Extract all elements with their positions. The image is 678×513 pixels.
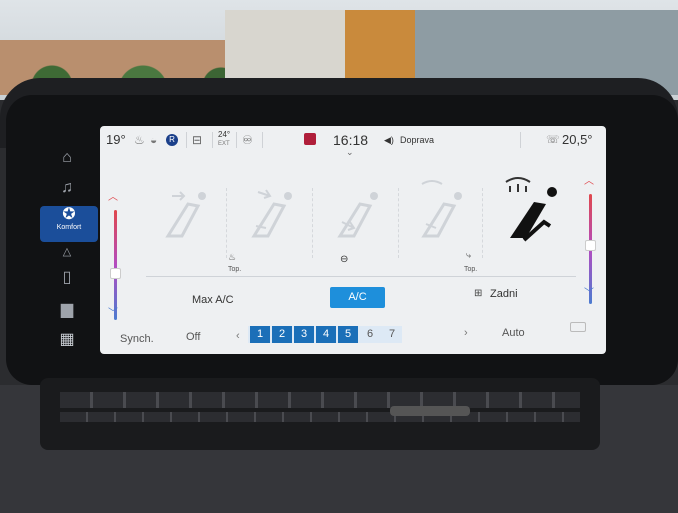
air-vent-slats <box>60 392 580 408</box>
comfort-icon: ✪ <box>62 206 76 223</box>
seat-face-feet-icon <box>251 189 292 238</box>
fan-decrease-button[interactable]: ‹ <box>236 330 240 342</box>
synch-button[interactable]: Synch. <box>120 333 154 345</box>
nav-prompt[interactable]: Doprava <box>400 126 434 154</box>
top-label-1: Top. <box>228 266 242 273</box>
rear-defrost-icon: ⊞ <box>474 288 483 299</box>
recirculation-icon[interactable]: ◒ <box>150 126 157 154</box>
temp-slider-right-handle[interactable] <box>585 240 596 251</box>
speaker-icon: ◀) <box>384 135 394 145</box>
seat-defrost-feet-icon <box>421 180 462 238</box>
fan-off-button[interactable]: Off <box>186 331 200 343</box>
airflow-face-button[interactable] <box>150 166 230 266</box>
fan-level-7[interactable]: 7 <box>382 326 402 343</box>
separator <box>398 188 399 258</box>
fan-auto-button[interactable]: Auto <box>502 327 525 339</box>
seat-small-icon: ⤷ <box>466 250 472 260</box>
apps-grid-icon[interactable]: ▦ <box>52 328 82 352</box>
recirculation-small-icon: ⊖ <box>340 254 349 265</box>
divider <box>186 132 187 148</box>
temp-up-right-icon[interactable]: ︿ <box>584 172 594 187</box>
divider <box>520 132 521 148</box>
max-ac-button[interactable]: Max A/C <box>192 294 234 306</box>
vent-knob[interactable] <box>390 406 470 416</box>
rail-item-label: Komfort <box>56 224 82 231</box>
divider-line <box>146 276 576 277</box>
rear-defrost-button[interactable]: Zadni <box>490 288 518 300</box>
seat-heat-icon[interactable]: ♨ <box>134 126 145 154</box>
music-icon[interactable]: ♫ <box>52 176 82 200</box>
temp-up-left-icon[interactable]: ︿ <box>108 188 118 203</box>
temp-slider-left-handle[interactable] <box>110 268 121 279</box>
status-bar: 19° ♨ ◒ R ⊟ 24° EXT ♾ 16:18 ⌄ ◀) Doprava… <box>100 126 606 157</box>
drive-mode-icon[interactable]: ♾ <box>242 126 253 154</box>
profile-icon[interactable]: R <box>166 134 178 146</box>
fan-level-1[interactable]: 1 <box>250 326 270 343</box>
temp-down-right-icon[interactable]: ﹀ <box>584 284 594 299</box>
seat-face-icon <box>165 191 206 238</box>
side-rail: ⌂ ♫ ✪ Komfort △ ▯ ▆ ▦ <box>40 140 100 355</box>
top-label-2: Top. <box>464 266 478 273</box>
temp-down-left-icon[interactable]: ﹀ <box>108 304 118 319</box>
separator <box>482 188 483 258</box>
car-icon[interactable]: ▆ <box>52 298 82 322</box>
fan-level-2[interactable]: 2 <box>272 326 292 343</box>
chevron-down-icon[interactable]: ⌄ <box>346 138 354 166</box>
air-vent-slats <box>60 412 580 422</box>
airflow-defrost-feet-button[interactable] <box>406 166 486 266</box>
outside-temperature: 19° <box>106 132 126 147</box>
lock-icon[interactable] <box>570 322 586 332</box>
separator <box>226 188 227 258</box>
seat-heat-small-icon: ♨ <box>228 252 237 262</box>
divider <box>262 132 263 148</box>
right-temperature[interactable]: 20,5° <box>562 126 593 154</box>
divider <box>212 132 213 148</box>
app-icon[interactable] <box>304 133 316 145</box>
fan-level-3[interactable]: 3 <box>294 326 314 343</box>
divider <box>236 132 237 148</box>
seat-defrost-icon <box>505 177 557 242</box>
rail-item-comfort[interactable]: ✪ Komfort <box>40 206 98 242</box>
navigation-icon[interactable]: △ <box>52 240 82 264</box>
driver-monitor-icon[interactable]: ⊟ <box>192 126 202 154</box>
seat-feet-icon <box>337 192 378 238</box>
climate-screen: 19° ♨ ◒ R ⊟ 24° EXT ♾ 16:18 ⌄ ◀) Doprava… <box>100 126 606 354</box>
phone-icon[interactable]: ▯ <box>52 266 82 290</box>
airflow-face-feet-button[interactable] <box>236 166 316 266</box>
phone-icon: ☏ <box>546 134 560 146</box>
exterior-label: EXT <box>218 141 230 147</box>
separator <box>312 188 313 258</box>
ac-button[interactable]: A/C <box>330 287 385 308</box>
airflow-feet-button[interactable] <box>322 166 402 266</box>
fan-level-6[interactable]: 6 <box>360 326 380 343</box>
airflow-defrost-button[interactable] <box>494 166 574 266</box>
fan-level-5[interactable]: 5 <box>338 326 358 343</box>
fan-level-4[interactable]: 4 <box>316 326 336 343</box>
home-icon[interactable]: ⌂ <box>52 146 82 170</box>
fan-increase-button[interactable]: › <box>464 327 468 339</box>
